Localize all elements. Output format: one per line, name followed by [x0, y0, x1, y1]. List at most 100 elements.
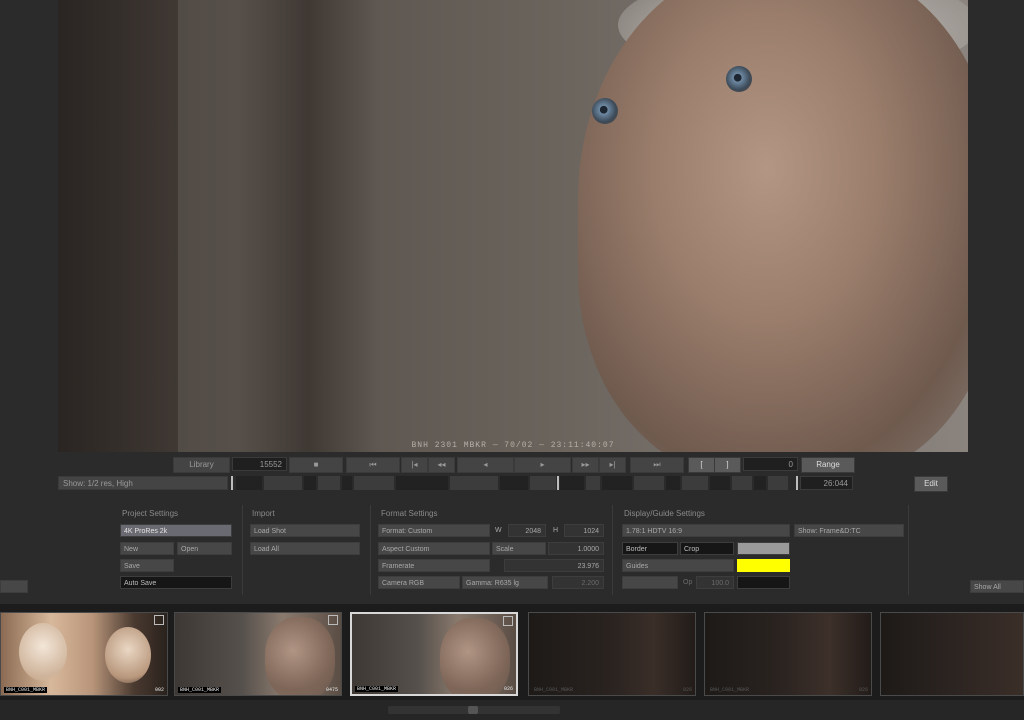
format-select[interactable]: Format: Custom	[378, 524, 490, 537]
right-eye	[726, 66, 752, 92]
clip-thumbnail-active[interactable]: BNH_C001_MBKR 026	[350, 612, 518, 696]
timeline-segment[interactable]	[318, 476, 340, 490]
opacity-field[interactable]: 100.0	[696, 576, 734, 589]
crop-toggle[interactable]: Crop	[680, 542, 734, 555]
range-button[interactable]: Range	[801, 457, 855, 473]
clip-frames: 002	[154, 687, 164, 693]
timeline-segment[interactable]	[396, 476, 448, 490]
timeline-segment[interactable]	[666, 476, 680, 490]
clip-thumbnail[interactable]: BNH_C001_MBKR 026	[704, 612, 872, 696]
clip-thumbnail[interactable]: BNH_C001_MBKR 026	[528, 612, 696, 696]
select-checkbox-icon[interactable]	[503, 616, 513, 626]
loop-right-button[interactable]: ]	[714, 457, 741, 473]
loop-left-button[interactable]: [	[688, 457, 715, 473]
timeline-segment[interactable]	[450, 476, 498, 490]
timeline-segment[interactable]	[586, 476, 600, 490]
clip-thumbnail[interactable]: BNH_C001_MBKR 002	[0, 612, 168, 696]
save-button[interactable]: Save	[120, 559, 174, 572]
go-end-button[interactable]: ⏭	[630, 457, 684, 473]
subject-face	[578, 0, 968, 452]
clip-thumbnail[interactable]: BNH_C001_MBKR 0475	[174, 612, 342, 696]
edit-button[interactable]: Edit	[914, 476, 948, 492]
clip-name: BNH_C001_MBKR	[4, 687, 48, 693]
guides-toggle[interactable]: Guides	[622, 559, 734, 572]
play-icon: ▸	[540, 460, 545, 469]
play-reverse-icon: ◂	[483, 460, 488, 469]
range-counter[interactable]: 0	[743, 457, 798, 471]
border-toggle[interactable]: Border	[622, 542, 678, 555]
gamma-select[interactable]: Gamma: R635 lg	[462, 576, 548, 589]
timeline-segment[interactable]	[682, 476, 708, 490]
auto-save-toggle[interactable]: Auto Save	[120, 576, 232, 589]
show-all-button[interactable]: Show All	[970, 580, 1024, 593]
step-back-icon: |◂	[411, 460, 418, 469]
guide-color-swatch[interactable]	[737, 559, 790, 572]
timeline-segment[interactable]	[732, 476, 752, 490]
timeline-segment[interactable]	[560, 476, 584, 490]
left-collapse-button[interactable]	[0, 580, 28, 593]
load-all-button[interactable]: Load All	[250, 542, 360, 555]
image-viewer[interactable]: BNH 2301 MBKR — 70/02 — 23:11:40:07	[58, 0, 968, 452]
clip-frames: 026	[858, 687, 868, 693]
end-timecode: 26:044	[800, 476, 853, 490]
timeline-segment[interactable]	[304, 476, 316, 490]
timeline-segment[interactable]	[236, 476, 262, 490]
height-field[interactable]: 1024	[564, 524, 604, 537]
open-button[interactable]: Open	[177, 542, 232, 555]
colorspace-select[interactable]: Camera RGB	[378, 576, 460, 589]
panel-divider	[370, 505, 371, 595]
show-overlay-select[interactable]: Show: Frame&D:TC	[794, 524, 904, 537]
clip-frames: 0475	[325, 687, 338, 693]
select-checkbox-icon[interactable]	[328, 615, 338, 625]
fast-forward-icon: ▸▸	[581, 460, 590, 469]
bracket-right-icon: ]	[726, 460, 729, 469]
play-reverse-button[interactable]: ◂	[457, 457, 514, 473]
timeline-segment[interactable]	[530, 476, 556, 490]
skip-start-icon: ⏮	[369, 460, 377, 469]
show-resolution-select[interactable]: Show: 1/2 res, High	[58, 476, 228, 490]
clip-name: BNH_C001_MBKR	[710, 687, 750, 693]
step-back-button[interactable]: |◂	[401, 457, 428, 473]
step-forward-button[interactable]: ▸|	[599, 457, 626, 473]
timeline-segment[interactable]	[500, 476, 528, 490]
bracket-left-icon: [	[700, 460, 703, 469]
clip-name: BNH_C001_MBKR	[178, 687, 222, 693]
timeline-segment[interactable]	[602, 476, 632, 490]
library-button[interactable]: Library	[173, 457, 230, 473]
clip-thumbnail[interactable]	[880, 612, 1024, 696]
go-start-button[interactable]: ⏮	[346, 457, 400, 473]
project-preset-select[interactable]: 4K ProRes 2k	[120, 524, 232, 537]
aspect-select[interactable]: Aspect Custom	[378, 542, 490, 555]
select-checkbox-icon[interactable]	[154, 615, 164, 625]
fps-field[interactable]: 23.976	[504, 559, 604, 572]
gamma-value-field[interactable]: 2.200	[552, 576, 604, 589]
timeline-segment[interactable]	[710, 476, 730, 490]
timeline-segment[interactable]	[354, 476, 394, 490]
prev-frame-button[interactable]: ◂◂	[428, 457, 455, 473]
playhead[interactable]	[557, 476, 559, 490]
timeline-segment[interactable]	[768, 476, 788, 490]
timeline-segment[interactable]	[634, 476, 664, 490]
new-button[interactable]: New	[120, 542, 174, 555]
display-settings-title: Display/Guide Settings	[624, 509, 705, 518]
border-color-swatch[interactable]	[737, 542, 790, 555]
scale-field[interactable]: 1.0000	[548, 542, 604, 555]
scale-label: Scale	[492, 542, 546, 555]
guide-color-secondary[interactable]	[737, 576, 790, 589]
left-eye	[592, 98, 618, 124]
opacity-label: Op	[683, 579, 693, 586]
framerate-select[interactable]: Framerate	[378, 559, 490, 572]
guide-option-field[interactable]	[622, 576, 678, 589]
stop-button[interactable]: ■	[289, 457, 343, 473]
timeline-segment[interactable]	[342, 476, 352, 490]
next-frame-button[interactable]: ▸▸	[572, 457, 599, 473]
scrollbar-thumb[interactable]	[468, 706, 478, 714]
frame-field[interactable]: 15552	[232, 457, 287, 471]
load-shot-button[interactable]: Load Shot	[250, 524, 360, 537]
timeline-segment[interactable]	[264, 476, 302, 490]
play-button[interactable]: ▸	[514, 457, 571, 473]
aspect-guide-select[interactable]: 1.78:1 HDTV 16:9	[622, 524, 790, 537]
panel-divider	[908, 505, 909, 595]
timeline-segment[interactable]	[754, 476, 766, 490]
width-field[interactable]: 2048	[508, 524, 546, 537]
